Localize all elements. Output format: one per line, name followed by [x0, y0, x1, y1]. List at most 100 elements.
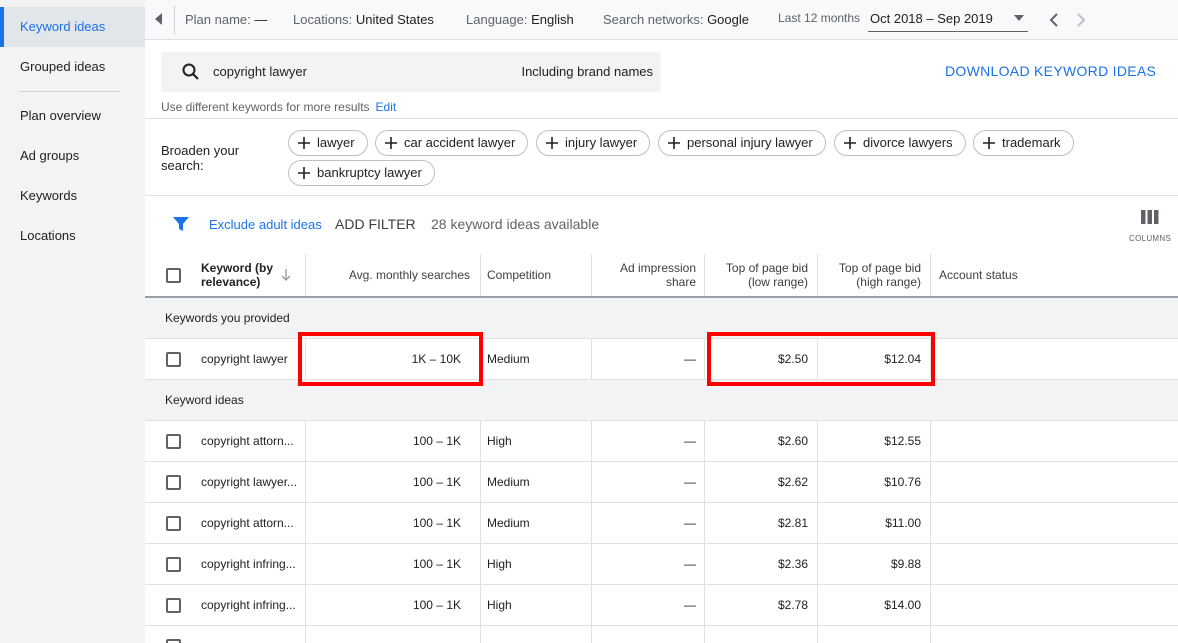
- bid-high-cell: $12.55: [884, 434, 921, 448]
- row-checkbox[interactable]: [166, 639, 181, 643]
- plan-name[interactable]: Plan name: —: [185, 0, 267, 40]
- search-query: copyright lawyer: [213, 64, 307, 79]
- col-keyword-header[interactable]: Keyword (by relevance): [201, 254, 301, 296]
- table-row[interactable]: copyright attorn... 100 – 1K High — $2.6…: [145, 421, 1178, 462]
- column-divider: [930, 462, 931, 502]
- language-label: Language:: [466, 12, 528, 27]
- column-divider: [480, 585, 481, 625]
- chip-divorce-lawyers[interactable]: divorce lawyers: [834, 130, 966, 156]
- broaden-label: Broaden your search:: [161, 143, 240, 173]
- next-date-button[interactable]: [1070, 10, 1090, 30]
- section-label: Keywords you provided: [165, 311, 290, 325]
- sort-arrow-down-icon: [281, 269, 291, 281]
- col-impression-header[interactable]: Ad impression share: [591, 254, 696, 296]
- sidebar-item-locations[interactable]: Locations: [0, 216, 145, 256]
- edit-keywords-link[interactable]: Edit: [376, 100, 397, 114]
- keyword-cell[interactable]: copyright lawyer: [201, 339, 301, 379]
- column-divider: [930, 544, 931, 584]
- brand-names-toggle[interactable]: Including brand names: [521, 64, 653, 79]
- bid-low-cell: $2.60: [777, 434, 808, 448]
- bid-low-cell: $2.81: [777, 516, 808, 530]
- sidebar-item-keywords[interactable]: Keywords: [0, 176, 145, 216]
- keyword-cell[interactable]: copyright infring...: [201, 585, 301, 625]
- column-divider: [591, 626, 592, 643]
- keyword-cell[interactable]: copyright attorn...: [201, 421, 301, 461]
- col-bid-low-header[interactable]: Top of page bid (low range): [704, 254, 808, 296]
- bid-high-cell: $10.76: [884, 475, 921, 489]
- chip-lawyer[interactable]: lawyer: [288, 130, 368, 156]
- sidebar-item-plan-overview[interactable]: Plan overview: [0, 96, 145, 136]
- column-divider: [817, 626, 818, 643]
- date-range-select[interactable]: Last 12 months Oct 2018 – Sep 2019: [778, 8, 1028, 32]
- bid-high-cell: $11.00: [885, 516, 921, 530]
- keyword-cell[interactable]: copyright infring...: [201, 544, 301, 584]
- avg-searches-cell: 100 – 1K: [412, 475, 461, 489]
- locations-setting[interactable]: Locations: United States: [293, 0, 434, 40]
- highlight-box-bid-range: [707, 332, 935, 386]
- keyword-search-box[interactable]: copyright lawyer Including brand names: [161, 52, 661, 92]
- download-keyword-ideas-button[interactable]: DOWNLOAD KEYWORD IDEAS: [945, 63, 1156, 79]
- plan-name-label: Plan name:: [185, 12, 251, 27]
- col-competition-header[interactable]: Competition: [487, 254, 587, 296]
- plus-icon: [844, 137, 856, 149]
- column-divider: [305, 626, 306, 643]
- date-range-value: Oct 2018 – Sep 2019: [870, 11, 993, 26]
- row-checkbox[interactable]: [166, 352, 181, 367]
- row-checkbox[interactable]: [166, 516, 181, 531]
- chip-personal-injury-lawyer[interactable]: personal injury lawyer: [658, 130, 826, 156]
- language-setting[interactable]: Language: English: [466, 0, 574, 40]
- search-icon: [182, 63, 199, 80]
- impression-share-cell: —: [684, 516, 696, 530]
- bid-low-cell: $2.36: [777, 557, 808, 571]
- exclude-adult-ideas-filter[interactable]: Exclude adult ideas: [209, 217, 322, 232]
- chip-label: lawyer: [317, 135, 355, 150]
- impression-share-cell: —: [684, 557, 696, 571]
- bid-high-cell: $9.88: [890, 557, 921, 571]
- networks-value: Google: [707, 12, 749, 27]
- column-divider: [480, 421, 481, 461]
- chip-car-accident-lawyer[interactable]: car accident lawyer: [375, 130, 529, 156]
- select-all-checkbox[interactable]: [166, 268, 181, 283]
- competition-cell: High: [487, 557, 512, 571]
- chevron-right-icon: [1077, 13, 1086, 27]
- sidebar-item-keyword-ideas[interactable]: Keyword ideas: [0, 7, 145, 47]
- row-checkbox[interactable]: [166, 557, 181, 572]
- collapse-sidebar-button[interactable]: [145, 5, 175, 35]
- main-content: Plan name: — Locations: United States La…: [145, 0, 1178, 643]
- columns-button[interactable]: COLUMNS: [1125, 208, 1175, 246]
- columns-label: COLUMNS: [1129, 234, 1172, 243]
- sidebar-item-grouped-ideas[interactable]: Grouped ideas: [0, 47, 145, 87]
- table-row[interactable]: copyright infring... 100 – 1K High — $2.…: [145, 585, 1178, 626]
- table-row[interactable]: copyright infring... 100 – 1K High — $2.…: [145, 544, 1178, 585]
- table-row[interactable]: copyright attorn... 100 – 1K Medium — $2…: [145, 503, 1178, 544]
- row-checkbox[interactable]: [166, 475, 181, 490]
- competition-cell: High: [487, 434, 512, 448]
- bid-low-cell: $2.78: [777, 598, 808, 612]
- plus-icon: [385, 137, 397, 149]
- section-label: Keyword ideas: [165, 393, 244, 407]
- keyword-cell[interactable]: copyright attorn...: [201, 503, 301, 543]
- chip-injury-lawyer[interactable]: injury lawyer: [536, 130, 651, 156]
- chevron-left-icon: [1049, 13, 1058, 27]
- col-bid-high-header[interactable]: Top of page bid (high range): [817, 254, 921, 296]
- chip-label: bankruptcy lawyer: [317, 165, 422, 180]
- table-row[interactable]: [145, 626, 1178, 643]
- column-divider: [480, 254, 481, 296]
- networks-setting[interactable]: Search networks: Google: [603, 0, 749, 40]
- column-divider: [930, 626, 931, 643]
- prev-date-button[interactable]: [1045, 10, 1065, 30]
- keyword-cell[interactable]: copyright lawyer...: [201, 462, 301, 502]
- row-checkbox[interactable]: [166, 598, 181, 613]
- filter-icon[interactable]: [173, 216, 189, 232]
- competition-cell: Medium: [487, 352, 530, 366]
- sidebar-item-ad-groups[interactable]: Ad groups: [0, 136, 145, 176]
- row-checkbox[interactable]: [166, 434, 181, 449]
- col-avg-header[interactable]: Avg. monthly searches: [305, 254, 470, 296]
- add-filter-button[interactable]: ADD FILTER: [335, 216, 416, 232]
- table-row[interactable]: copyright lawyer... 100 – 1K Medium — $2…: [145, 462, 1178, 503]
- col-status-header[interactable]: Account status: [939, 254, 1079, 296]
- plus-icon: [298, 167, 310, 179]
- sidebar-divider: [20, 91, 120, 92]
- chip-bankruptcy-lawyer[interactable]: bankruptcy lawyer: [288, 160, 435, 186]
- chip-trademark[interactable]: trademark: [973, 130, 1074, 156]
